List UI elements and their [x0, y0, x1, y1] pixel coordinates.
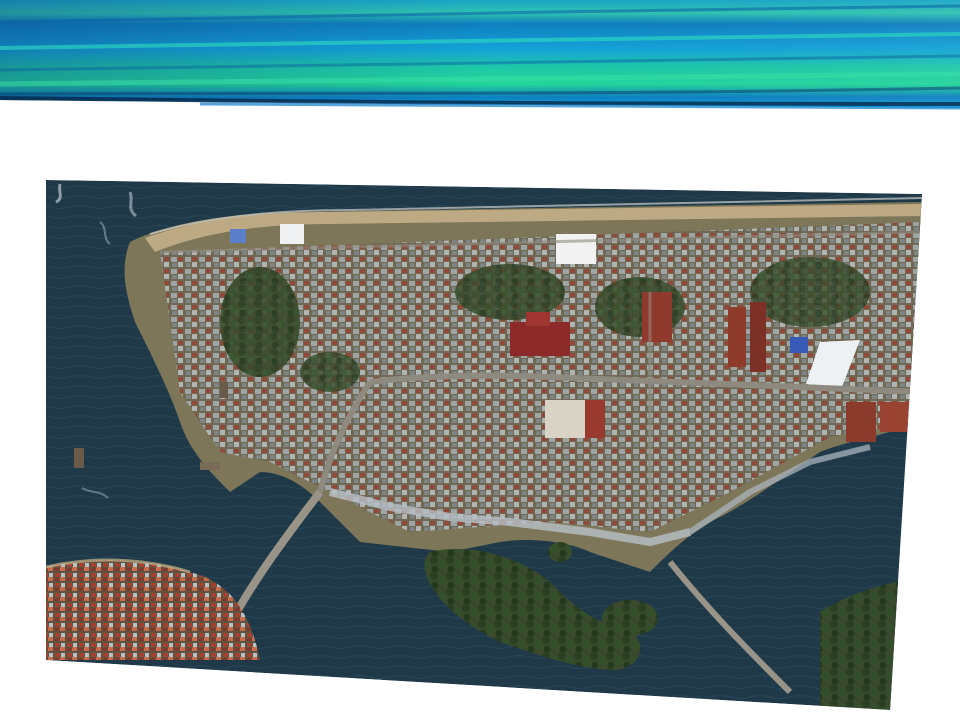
- aerial-photo: [30, 172, 935, 712]
- aerial-photo-image: [30, 172, 935, 712]
- red-roof-church: [510, 322, 570, 356]
- header-banner: [0, 0, 960, 110]
- white-roof-building: [556, 234, 596, 264]
